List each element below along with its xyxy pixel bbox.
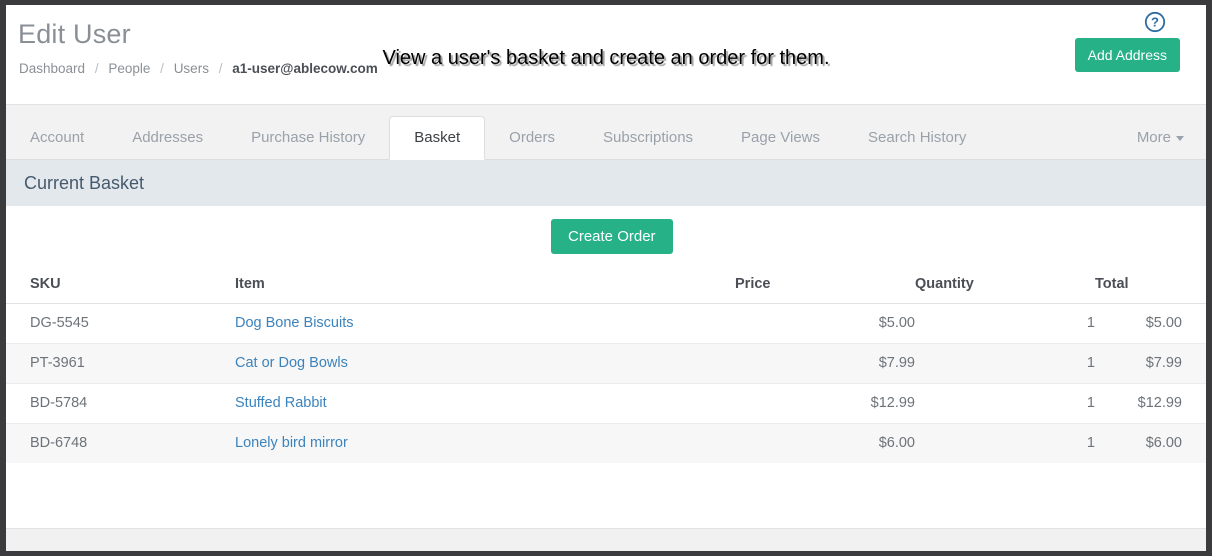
item-link[interactable]: Lonely bird mirror: [235, 435, 348, 451]
item-link[interactable]: Dog Bone Biscuits: [235, 315, 353, 331]
cell-sku: BD-6748: [6, 423, 235, 463]
breadcrumb-item-people[interactable]: People: [108, 61, 150, 76]
table-row: DG-5545 Dog Bone Biscuits $5.00 1 $5.00: [6, 303, 1206, 344]
tab-orders[interactable]: Orders: [485, 117, 579, 159]
current-basket-panel: Current Basket Create Order SKU Item Pri…: [6, 160, 1206, 463]
column-header-price: Price: [735, 266, 915, 304]
footer-strip: [6, 528, 1206, 551]
item-link[interactable]: Stuffed Rabbit: [235, 395, 327, 411]
page-header: Edit User Dashboard / People / Users / a…: [6, 5, 1206, 105]
page-title: Edit User: [18, 19, 131, 49]
table-row: PT-3961 Cat or Dog Bowls $7.99 1 $7.99: [6, 343, 1206, 384]
table-row: BD-5784 Stuffed Rabbit $12.99 1 $12.99: [6, 383, 1206, 424]
cell-quantity: 1: [915, 423, 1095, 463]
cell-sku: BD-5784: [6, 383, 235, 424]
item-link[interactable]: Cat or Dog Bowls: [235, 355, 348, 371]
column-header-quantity: Quantity: [915, 266, 1095, 304]
tab-page-views[interactable]: Page Views: [717, 117, 844, 159]
breadcrumb-item-dashboard[interactable]: Dashboard: [19, 61, 85, 76]
cell-quantity: 1: [915, 383, 1095, 424]
basket-table: SKU Item Price Quantity Total DG-5545 Do…: [6, 266, 1206, 463]
tab-subscriptions[interactable]: Subscriptions: [579, 117, 717, 159]
basket-table-body: DG-5545 Dog Bone Biscuits $5.00 1 $5.00 …: [6, 303, 1206, 463]
cell-price: $12.99: [735, 383, 915, 424]
tab-search-history[interactable]: Search History: [844, 117, 990, 159]
tab-bar: Account Addresses Purchase History Baske…: [6, 105, 1206, 160]
tab-list: Account Addresses Purchase History Baske…: [6, 104, 1206, 160]
cell-quantity: 1: [915, 343, 1095, 384]
cell-item: Cat or Dog Bowls: [235, 343, 735, 384]
cell-item: Lonely bird mirror: [235, 423, 735, 463]
cell-sku: PT-3961: [6, 343, 235, 384]
window-frame: Edit User Dashboard / People / Users / a…: [0, 0, 1212, 556]
cell-total: $7.99: [1095, 343, 1206, 384]
tab-addresses[interactable]: Addresses: [108, 117, 227, 159]
column-header-item: Item: [235, 266, 735, 304]
breadcrumb: Dashboard / People / Users / a1-user@abl…: [19, 60, 378, 78]
cell-total: $6.00: [1095, 423, 1206, 463]
cell-item: Dog Bone Biscuits: [235, 303, 735, 344]
breadcrumb-item-current-user: a1-user@ablecow.com: [232, 61, 378, 76]
svg-text:?: ?: [1151, 15, 1159, 30]
breadcrumb-separator: /: [160, 61, 164, 76]
add-address-button[interactable]: Add Address: [1074, 38, 1180, 72]
tab-more-dropdown[interactable]: More: [1113, 117, 1206, 159]
table-row: BD-6748 Lonely bird mirror $6.00 1 $6.00: [6, 423, 1206, 463]
cell-sku: DG-5545: [6, 303, 235, 344]
cell-total: $12.99: [1095, 383, 1206, 424]
panel-body: Create Order SKU Item Price Quantity Tot…: [6, 206, 1206, 463]
create-order-button[interactable]: Create Order: [551, 219, 673, 254]
basket-table-head: SKU Item Price Quantity Total: [6, 266, 1206, 304]
chevron-down-icon: [1176, 135, 1184, 141]
column-header-sku: SKU: [6, 266, 235, 304]
breadcrumb-separator: /: [94, 61, 99, 76]
column-header-total: Total: [1095, 266, 1206, 304]
tab-purchase-history[interactable]: Purchase History: [227, 117, 389, 159]
create-order-row: Create Order: [6, 206, 1206, 266]
cell-item: Stuffed Rabbit: [235, 383, 735, 424]
breadcrumb-item-users[interactable]: Users: [174, 61, 209, 76]
cell-quantity: 1: [915, 303, 1095, 344]
cell-price: $7.99: [735, 343, 915, 384]
tab-account[interactable]: Account: [6, 117, 108, 159]
table-header-row: SKU Item Price Quantity Total: [6, 266, 1206, 304]
help-circle-icon[interactable]: ?: [1144, 11, 1166, 33]
cell-price: $5.00: [735, 303, 915, 344]
cell-price: $6.00: [735, 423, 915, 463]
breadcrumb-separator: /: [218, 61, 223, 76]
panel-heading: Current Basket: [6, 160, 1206, 206]
cell-total: $5.00: [1095, 303, 1206, 344]
page-viewport: Edit User Dashboard / People / Users / a…: [6, 5, 1206, 551]
tab-more-label: More: [1136, 129, 1171, 146]
tab-basket[interactable]: Basket: [389, 116, 486, 160]
